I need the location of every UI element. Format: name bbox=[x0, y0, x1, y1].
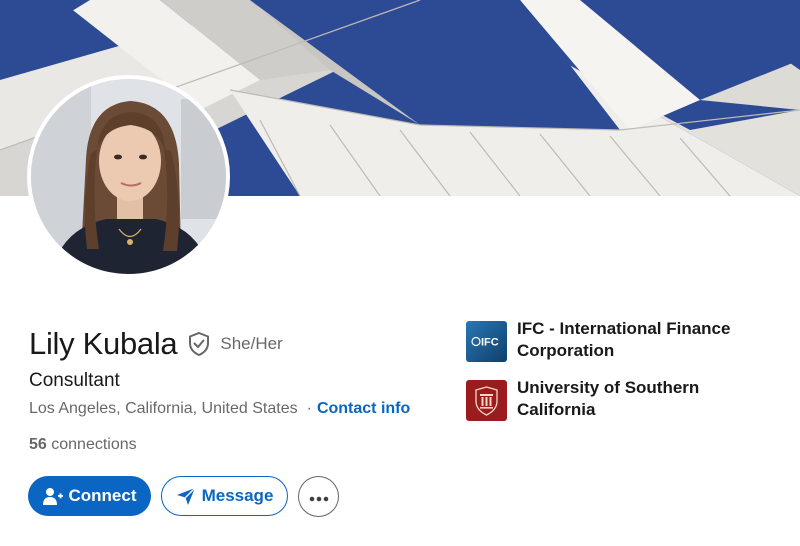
ifc-logo-text: IFC bbox=[481, 337, 499, 349]
connect-button[interactable]: Connect bbox=[28, 476, 151, 516]
profile-avatar[interactable] bbox=[27, 75, 230, 278]
ifc-logo: IFC bbox=[466, 321, 507, 362]
profile-headline: Consultant bbox=[29, 370, 120, 391]
separator-dot: · bbox=[306, 400, 312, 417]
more-horizontal-icon bbox=[309, 487, 329, 507]
location-row: Los Angeles, California, United States · C… bbox=[29, 399, 410, 419]
profile-location: Los Angeles, California, United States bbox=[29, 400, 298, 417]
avatar-photo bbox=[31, 79, 226, 274]
send-icon bbox=[176, 486, 196, 506]
org-name-usc: University of Southern California bbox=[517, 378, 700, 419]
profile-card: Lily Kubala She/Her Consultant Los Angel… bbox=[0, 0, 800, 546]
pronouns: She/Her bbox=[220, 334, 283, 353]
org-name-ifc: IFC - International Finance Corporation bbox=[517, 319, 731, 360]
message-label: Message bbox=[201, 486, 274, 505]
usc-seal-icon bbox=[466, 380, 507, 421]
org-item-ifc[interactable]: IFC IFC - International Finance Corporat… bbox=[466, 319, 747, 362]
connect-label: Connect bbox=[68, 486, 137, 505]
more-actions-button[interactable] bbox=[298, 476, 339, 517]
profile-name: Lily Kubala bbox=[29, 326, 178, 361]
connections-label: connections bbox=[51, 436, 137, 453]
person-add-icon bbox=[42, 486, 63, 506]
message-button[interactable]: Message bbox=[161, 476, 288, 516]
shield-check-icon[interactable] bbox=[187, 331, 211, 357]
connections-count[interactable]: 56 connections bbox=[29, 435, 137, 455]
connections-number: 56 bbox=[29, 436, 47, 453]
name-row: Lily Kubala She/Her bbox=[29, 326, 283, 362]
contact-info-link[interactable]: Contact info bbox=[317, 400, 410, 417]
org-item-usc[interactable]: University of Southern California bbox=[466, 378, 747, 421]
